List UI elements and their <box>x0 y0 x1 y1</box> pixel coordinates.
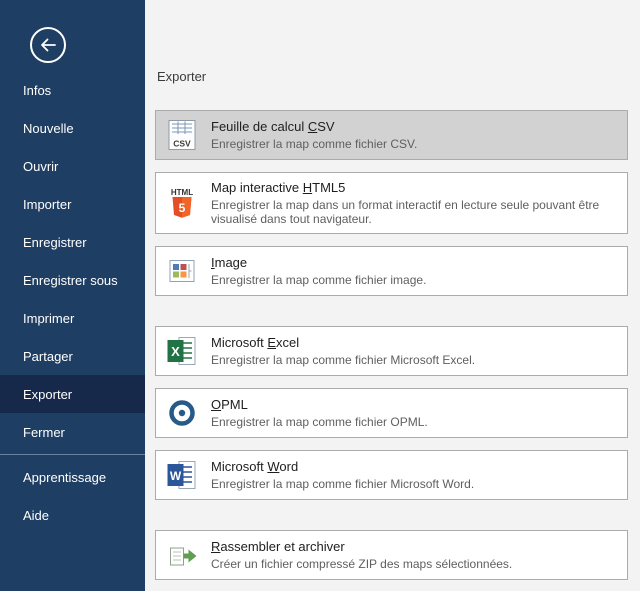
sidebar-nav: Infos Nouvelle Ouvrir Importer Enregistr… <box>0 71 145 534</box>
export-options-list: CSV Feuille de calcul CSV Enregistrer la… <box>155 110 628 580</box>
svg-text:5: 5 <box>179 201 186 215</box>
svg-text:X: X <box>171 344 180 359</box>
option-title: Microsoft Word <box>211 459 474 475</box>
sidebar-item-enregistrer[interactable]: Enregistrer <box>0 223 145 261</box>
option-title-pre: Microsoft <box>211 459 267 474</box>
option-title-pre: Map interactive <box>211 180 303 195</box>
export-option-html5[interactable]: HTML5 Map interactive HTML5 Enregistrer … <box>155 172 628 234</box>
option-description: Enregistrer la map comme fichier Microso… <box>211 353 475 367</box>
svg-text:W: W <box>170 469 182 483</box>
option-title-post: TML5 <box>312 180 345 195</box>
option-description: Enregistrer la map comme fichier CSV. <box>211 137 417 151</box>
main-panel: Exporter CSV Feuille de calcul CSV Enreg… <box>145 0 640 591</box>
sidebar-item-imprimer[interactable]: Imprimer <box>0 299 145 337</box>
sidebar-separator <box>0 454 145 455</box>
sidebar-item-label: Exporter <box>23 387 72 402</box>
html5-icon: HTML 5 <box>166 187 198 219</box>
option-description: Enregistrer la map comme fichier OPML. <box>211 415 428 429</box>
sidebar-item-infos[interactable]: Infos <box>0 71 145 109</box>
back-arrow-icon <box>38 35 58 55</box>
sidebar-item-ouvrir[interactable]: Ouvrir <box>0 147 145 185</box>
archive-icon <box>166 539 198 571</box>
excel-icon: X <box>166 335 198 367</box>
option-title-post: PML <box>221 397 248 412</box>
image-icon <box>166 255 198 287</box>
export-option-excel[interactable]: X Microsoft Excel Enregistrer la map com… <box>155 326 628 376</box>
export-option-opml[interactable]: OPML Enregistrer la map comme fichier OP… <box>155 388 628 438</box>
option-title-accelerator: R <box>211 539 220 554</box>
svg-text:HTML: HTML <box>171 188 193 197</box>
sidebar-item-nouvelle[interactable]: Nouvelle <box>0 109 145 147</box>
sidebar-item-label: Partager <box>23 349 73 364</box>
option-title: Rassembler et archiver <box>211 539 512 555</box>
option-title-accelerator: W <box>267 459 279 474</box>
export-option-archive[interactable]: Rassembler et archiver Créer un fichier … <box>155 530 628 580</box>
option-text: Map interactive HTML5 Enregistrer la map… <box>211 180 617 226</box>
sidebar-item-aide[interactable]: Aide <box>0 496 145 534</box>
sidebar-item-exporter[interactable]: Exporter <box>0 375 145 413</box>
word-icon: W <box>166 459 198 491</box>
option-text: OPML Enregistrer la map comme fichier OP… <box>211 397 428 429</box>
option-description: Créer un fichier compressé ZIP des maps … <box>211 557 512 571</box>
option-title: Map interactive HTML5 <box>211 180 617 196</box>
option-title-accelerator: C <box>308 119 317 134</box>
option-title-accelerator: H <box>303 180 312 195</box>
option-title-post: SV <box>317 119 334 134</box>
option-title: Image <box>211 255 426 271</box>
option-description: Enregistrer la map comme fichier Microso… <box>211 477 474 491</box>
option-title: Microsoft Excel <box>211 335 475 351</box>
sidebar-item-importer[interactable]: Importer <box>0 185 145 223</box>
option-text: Rassembler et archiver Créer un fichier … <box>211 539 512 571</box>
option-text: Image Enregistrer la map comme fichier i… <box>211 255 426 287</box>
svg-text:CSV: CSV <box>173 139 191 149</box>
csv-file-icon: CSV <box>166 119 198 151</box>
sidebar-item-label: Importer <box>23 197 71 212</box>
option-text: Microsoft Excel Enregistrer la map comme… <box>211 335 475 367</box>
sidebar-item-label: Infos <box>23 83 51 98</box>
sidebar-item-apprentissage[interactable]: Apprentissage <box>0 458 145 496</box>
sidebar-item-partager[interactable]: Partager <box>0 337 145 375</box>
option-title: OPML <box>211 397 428 413</box>
option-title-post: xcel <box>276 335 299 350</box>
option-title-post: assembler et archiver <box>220 539 344 554</box>
option-title-accelerator: E <box>267 335 276 350</box>
option-description: Enregistrer la map comme fichier image. <box>211 273 426 287</box>
sidebar-item-label: Imprimer <box>23 311 74 326</box>
sidebar-item-label: Aide <box>23 508 49 523</box>
sidebar-item-label: Apprentissage <box>23 470 106 485</box>
sidebar-item-label: Fermer <box>23 425 65 440</box>
option-text: Microsoft Word Enregistrer la map comme … <box>211 459 474 491</box>
option-description: Enregistrer la map dans un format intera… <box>211 198 617 226</box>
option-title-post: mage <box>215 255 248 270</box>
option-title: Feuille de calcul CSV <box>211 119 417 135</box>
option-title-post: ord <box>279 459 298 474</box>
option-text: Feuille de calcul CSV Enregistrer la map… <box>211 119 417 151</box>
page-title: Exporter <box>157 69 628 84</box>
sidebar-item-label: Enregistrer sous <box>23 273 118 288</box>
sidebar-item-label: Enregistrer <box>23 235 87 250</box>
export-option-word[interactable]: W Microsoft Word Enregistrer la map comm… <box>155 450 628 500</box>
sidebar-item-enregistrer-sous[interactable]: Enregistrer sous <box>0 261 145 299</box>
export-option-csv[interactable]: CSV Feuille de calcul CSV Enregistrer la… <box>155 110 628 160</box>
sidebar: Infos Nouvelle Ouvrir Importer Enregistr… <box>0 0 145 591</box>
export-option-image[interactable]: Image Enregistrer la map comme fichier i… <box>155 246 628 296</box>
option-title-accelerator: O <box>211 397 221 412</box>
back-button[interactable] <box>30 27 66 63</box>
option-title-pre: Feuille de calcul <box>211 119 308 134</box>
option-title-pre: Microsoft <box>211 335 267 350</box>
sidebar-item-fermer[interactable]: Fermer <box>0 413 145 451</box>
opml-icon <box>166 397 198 429</box>
sidebar-item-label: Ouvrir <box>23 159 58 174</box>
sidebar-item-label: Nouvelle <box>23 121 74 136</box>
